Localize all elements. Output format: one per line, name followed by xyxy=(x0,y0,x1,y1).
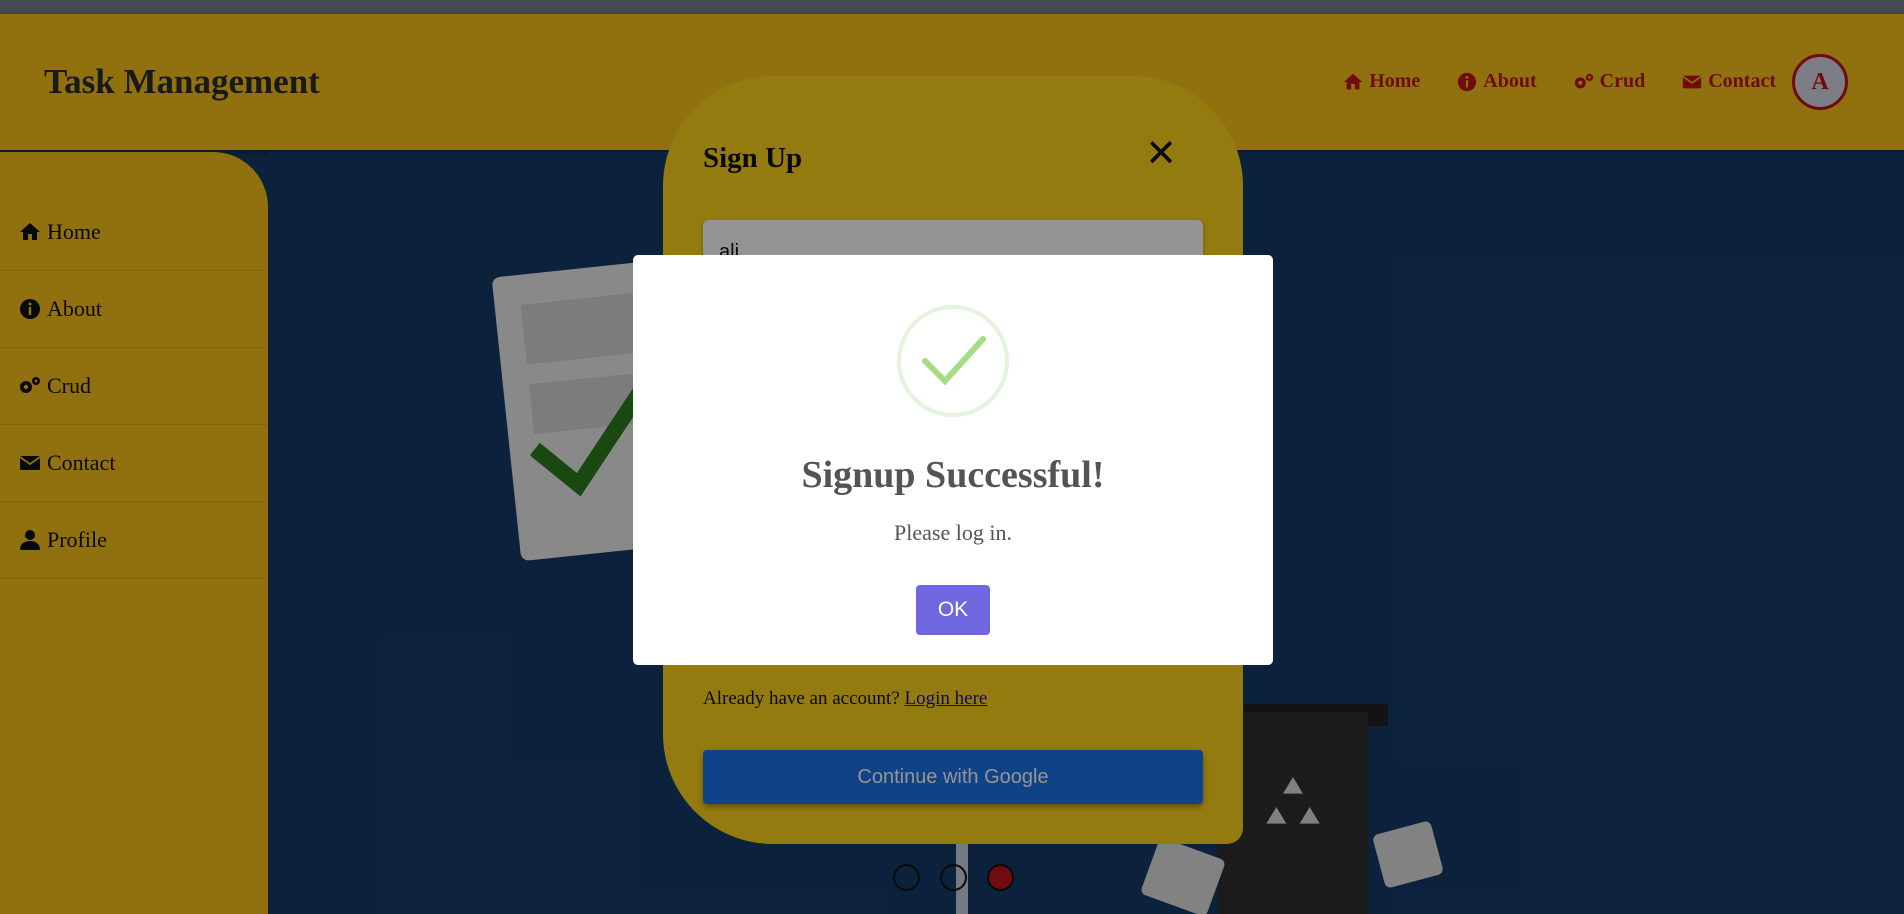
check-icon xyxy=(922,336,986,386)
success-check-icon xyxy=(897,305,1009,417)
alert-message: Please log in. xyxy=(894,520,1012,545)
alert-title: Signup Successful! xyxy=(801,454,1105,496)
success-alert-dialog: Signup Successful! Please log in. OK xyxy=(633,255,1273,665)
ok-button[interactable]: OK xyxy=(916,585,990,635)
